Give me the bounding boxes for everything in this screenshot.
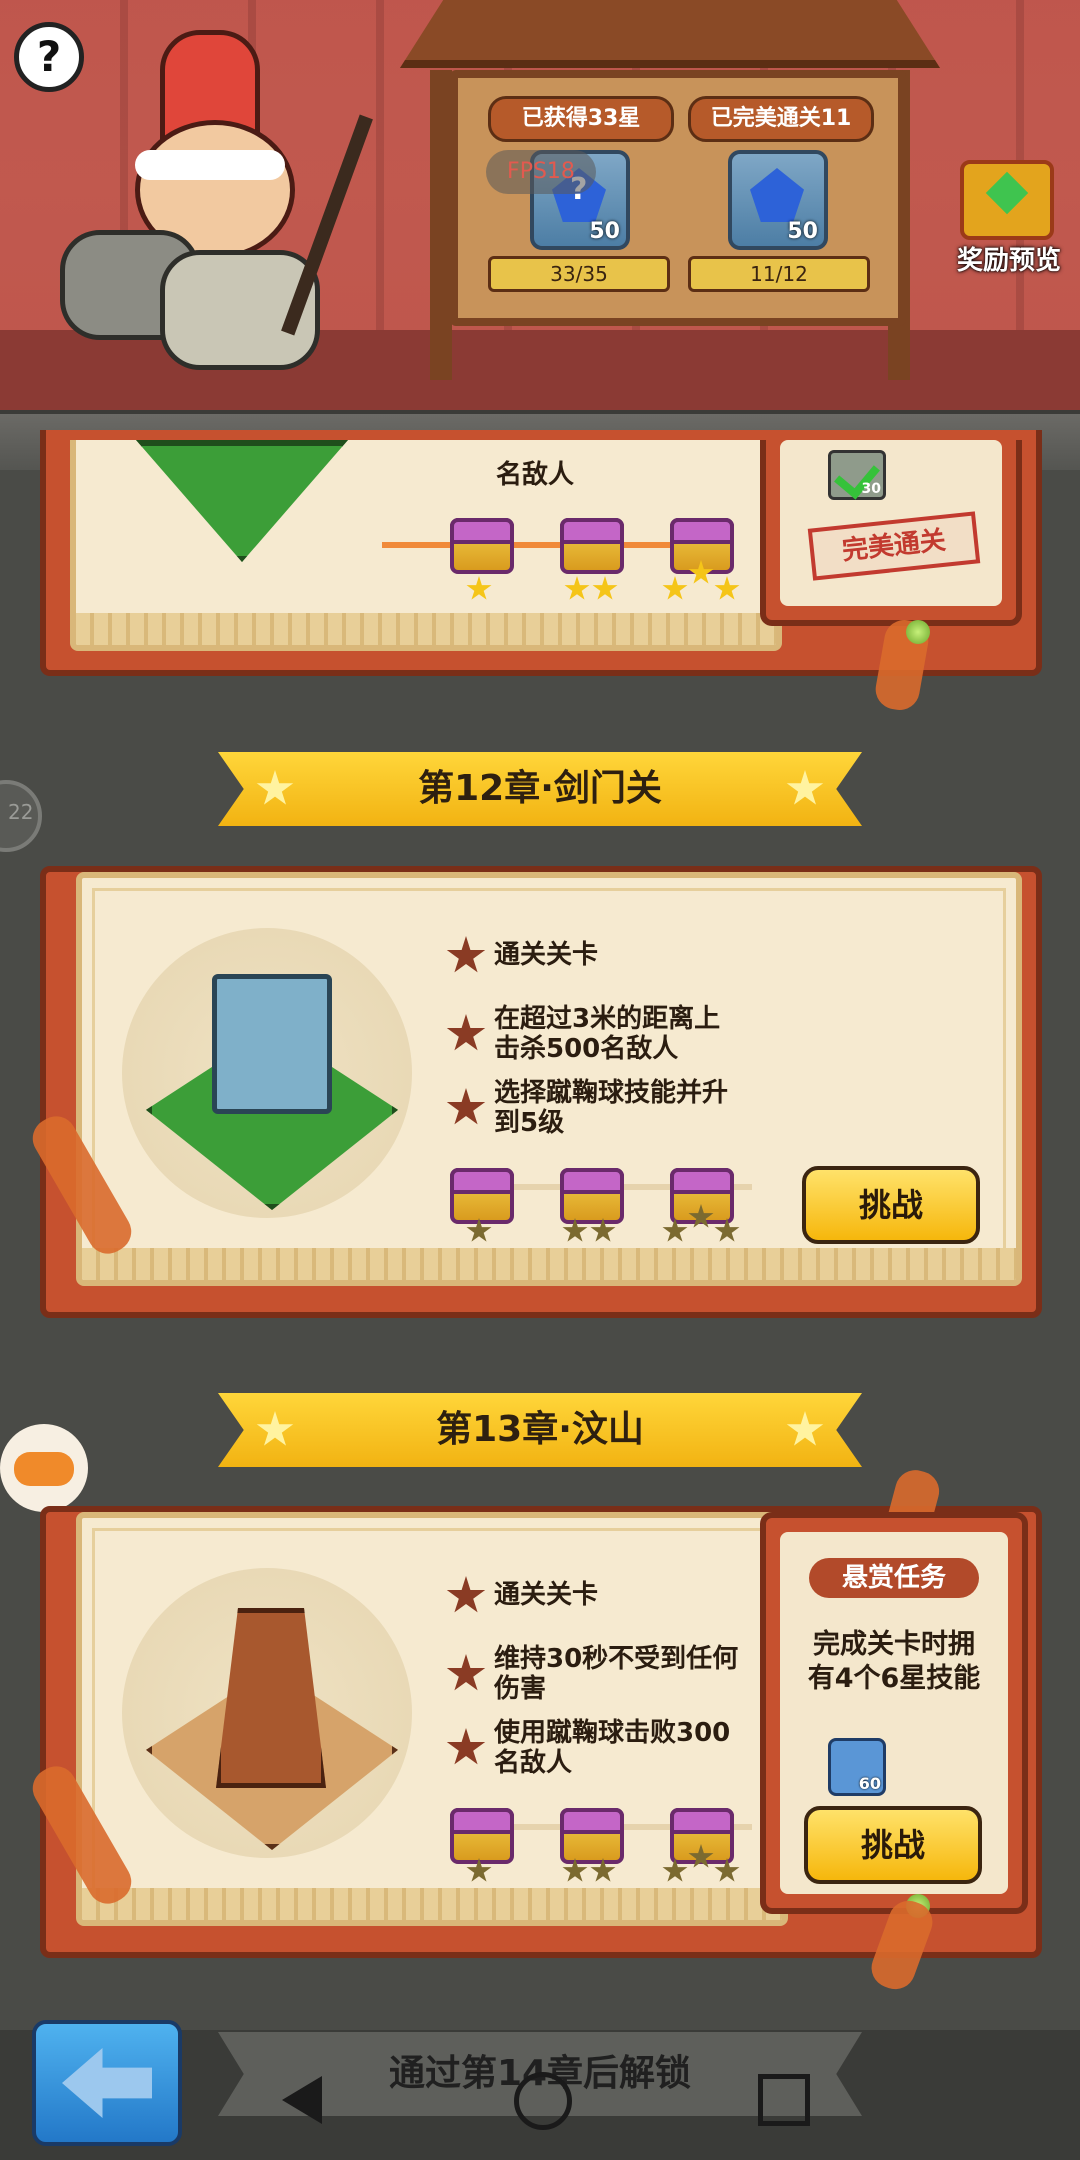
- chest-lid: [450, 1168, 514, 1194]
- hero-character-illustration: [40, 30, 400, 370]
- ribbon-star-icon: [256, 770, 294, 805]
- bounty-task-title: 悬赏任务: [809, 1558, 979, 1598]
- chest-lid: [450, 518, 514, 544]
- achievement-shrine: 已获得33星 已完美通关11 ? 50 50 33/35 11/12: [400, 0, 940, 380]
- chapter13-chest-1-icon[interactable]: [450, 1808, 514, 1864]
- chapter12-goal-3: 选择蹴鞠球技能并升 到5级: [494, 1078, 728, 1138]
- perfect-progress-bar: 11/12: [688, 256, 870, 292]
- shrine-pillar-left: [430, 70, 452, 380]
- star-icon: [662, 576, 688, 600]
- chapter11-perfect-tag: 30 完美通关: [760, 440, 1022, 626]
- fps-counter: FPS18: [486, 150, 596, 194]
- chapter12-goal-2-line2: 击杀500名敌人: [494, 1034, 679, 1064]
- star-icon: [466, 576, 492, 600]
- chapter12-fortress-image: [212, 974, 332, 1114]
- chapter13-goal-3: 使用蹴鞠球击败300 名敌人: [494, 1718, 730, 1778]
- chapter13-bounty-tag: 悬赏任务 完成关卡时拥 有4个6星技能 60 挑战: [760, 1512, 1028, 1914]
- triangle-back-icon[interactable]: [282, 2076, 322, 2124]
- chapter12-goal-2-line1: 在超过3米的距离上: [494, 1004, 721, 1034]
- chapter13-goal-3-line1: 使用蹴鞠球击败300: [494, 1718, 731, 1748]
- chest-lid: [670, 1168, 734, 1194]
- chapter12-goal-3-line2: 到5级: [494, 1108, 565, 1138]
- chapter11-card: 名敌人: [70, 440, 782, 651]
- chest-lid: [450, 1808, 514, 1834]
- chest-lid: [670, 1808, 734, 1834]
- perfect-clear-label: 已完美通关11: [688, 96, 874, 142]
- chapter13-goal-3-line2: 名敌人: [494, 1748, 573, 1778]
- chapter12-title: 第12章·剑门关: [418, 768, 662, 809]
- chapter12-title-ribbon: 第12章·剑门关: [218, 752, 862, 826]
- chapter13-goal-1: 通关关卡: [494, 1580, 599, 1610]
- chapter13-title: 第13章·汶山: [436, 1409, 644, 1450]
- square-recents-icon[interactable]: [758, 2074, 810, 2126]
- chapter11-island-image: [136, 440, 348, 562]
- chapter13-chest-2-icon[interactable]: [560, 1808, 624, 1864]
- chapter11-chest-1-icon[interactable]: [450, 518, 514, 574]
- bounty-line-1: 完成关卡时拥: [813, 1629, 975, 1660]
- reward-preview-chest-icon[interactable]: [960, 160, 1054, 240]
- ribbon-star-icon: [786, 1411, 824, 1446]
- bounty-task-description: 完成关卡时拥 有4个6星技能: [774, 1628, 1014, 1696]
- gamepad-icon: [14, 1452, 74, 1486]
- circle-home-icon[interactable]: [514, 2072, 572, 2130]
- side-bubble-text: 22: [8, 800, 34, 824]
- chapter13-title-ribbon: 第13章·汶山: [218, 1393, 862, 1467]
- ribbon-star-icon: [786, 770, 824, 805]
- question-mark-icon: ?: [36, 32, 62, 81]
- card-border-band: [76, 613, 776, 645]
- shrine-roof: [400, 0, 940, 68]
- stars-gem-count: 50: [589, 219, 620, 244]
- chapter11-goal-text: 名敌人: [496, 460, 575, 490]
- chapter13-card[interactable]: 通关关卡 维持30秒不受到任何 伤害 使用蹴鞠球击败300 名敌人: [76, 1512, 788, 1926]
- chapter12-chest-1-icon[interactable]: [450, 1168, 514, 1224]
- chapter12-goal-2: 在超过3米的距离上 击杀500名敌人: [494, 1004, 720, 1064]
- reward-preview-label[interactable]: 奖励预览: [944, 240, 1074, 277]
- chest-lid: [560, 1168, 624, 1194]
- emerald-icon: [985, 171, 1029, 215]
- chapter13-challenge-button[interactable]: 挑战: [804, 1806, 982, 1884]
- back-arrow-icon: [62, 2048, 152, 2118]
- star-icon: [592, 576, 618, 600]
- bounty-reward-hero-icon[interactable]: 60: [828, 1738, 886, 1796]
- gem-icon: [750, 168, 804, 222]
- chapter12-goal-1: 通关关卡: [494, 940, 599, 970]
- chapter12-card[interactable]: 通关关卡 在超过3米的距离上 击杀500名敌人 选择蹴鞠球技能并升 到5级 挑战: [76, 872, 1022, 1286]
- stars-obtained-label: 已获得33星: [488, 96, 674, 142]
- ribbon-star-icon: [256, 1411, 294, 1446]
- gamepad-float-button[interactable]: [0, 1424, 88, 1512]
- chapter13-goal-2-line2: 伤害: [494, 1674, 547, 1704]
- perfect-reward-gem[interactable]: 50: [728, 150, 828, 250]
- chapter12-goal-3-line1: 选择蹴鞠球技能并升: [494, 1078, 729, 1108]
- chest-lid: [560, 518, 624, 544]
- chapter13-goal-2-line1: 维持30秒不受到任何: [494, 1644, 739, 1674]
- chapter12-challenge-button[interactable]: 挑战: [802, 1166, 980, 1244]
- chapter12-chest-2-icon[interactable]: [560, 1168, 624, 1224]
- card-border-band: [82, 1248, 1016, 1280]
- completed-check-icon: 30: [828, 450, 886, 500]
- bounty-reward-count: 60: [858, 1774, 881, 1793]
- help-button[interactable]: ?: [14, 22, 84, 92]
- perfect-gem-count: 50: [787, 219, 818, 244]
- stars-progress-bar: 33/35: [488, 256, 670, 292]
- header-panel: ? 已获得33星 已完美通关11 ? 50 50 33/35 11/12 FPS…: [0, 0, 1080, 470]
- check-count: 30: [861, 481, 881, 497]
- star-icon: [564, 576, 590, 600]
- back-button[interactable]: [32, 2020, 182, 2146]
- side-collapse-bubble[interactable]: 22: [0, 780, 42, 852]
- chest-lid: [670, 518, 734, 544]
- star-icon: [714, 576, 740, 600]
- chapter11-chest-2-icon[interactable]: [560, 518, 624, 574]
- chapter13-goal-2: 维持30秒不受到任何 伤害: [494, 1644, 738, 1704]
- bead-ornament: [906, 620, 930, 644]
- chest-lid: [560, 1808, 624, 1834]
- card-border-band: [82, 1888, 782, 1920]
- bounty-line-2: 有4个6星技能: [807, 1663, 981, 1694]
